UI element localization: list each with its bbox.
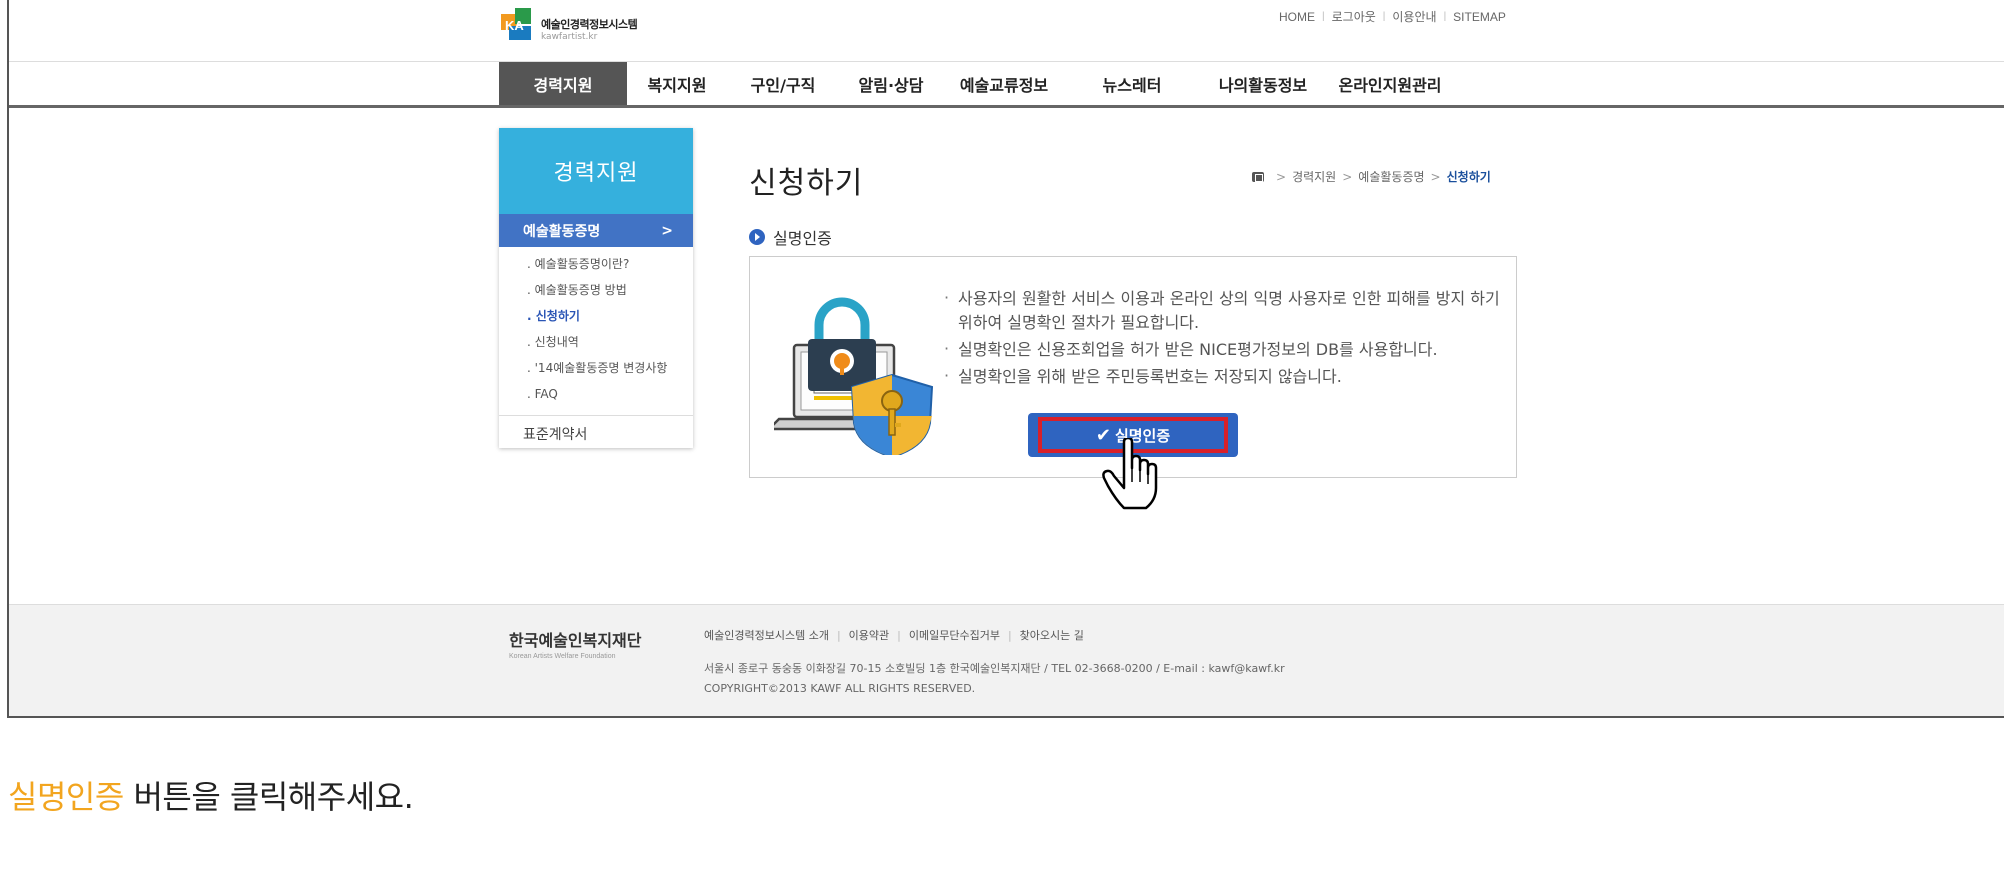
chevron-right-icon: > [661, 222, 673, 239]
footer-separator: | [1007, 628, 1012, 642]
breadcrumb-item[interactable]: 예술활동증명 [1358, 168, 1424, 185]
sidebar-subitem-faq[interactable]: . FAQ [527, 381, 693, 407]
section-heading-text: 실명인증 [773, 229, 832, 248]
sidebar-subitem-method[interactable]: . 예술활동증명 방법 [527, 277, 693, 303]
site-header: KA 예술인경력정보시스템 kawfartist.kr HOME | 로그아웃 … [9, 0, 2004, 62]
footer-link-email-policy[interactable]: 이메일무단수집거부 [909, 627, 1000, 643]
browser-screenshot: KA 예술인경력정보시스템 kawfartist.kr HOME | 로그아웃 … [7, 0, 2004, 718]
sidebar-subitem-what-is[interactable]: . 예술활동증명이란? [527, 251, 693, 277]
footer-link-about[interactable]: 예술인경력정보시스템 소개 [704, 627, 829, 643]
page-title: 신청하기 [749, 166, 864, 201]
breadcrumb-separator: > [1342, 169, 1353, 184]
nav-item-jobs[interactable]: 구인/구직 [727, 62, 839, 105]
home-icon[interactable] [1252, 171, 1264, 182]
sidebar-subitem-history[interactable]: . 신청내역 [527, 329, 693, 355]
nav-item-my-activity[interactable]: 나의활동정보 [1199, 62, 1327, 105]
notice-list: 사용자의 원활한 서비스 이용과 온라인 상의 익명 사용자로 인한 피해를 방… [944, 286, 1504, 392]
breadcrumb-separator: > [1276, 169, 1287, 184]
breadcrumb-separator: > [1430, 169, 1441, 184]
footer-logo: 한국예술인복지재단 Korean Artists Welfare Foundat… [509, 627, 641, 660]
footer-org-name-en: Korean Artists Welfare Foundation [509, 653, 616, 660]
notice-item: 실명확인을 위해 받은 주민등록번호는 저장되지 않습니다. [944, 364, 1504, 389]
footer-separator: | [836, 628, 841, 642]
nav-item-online-support-mgmt[interactable]: 온라인지원관리 [1327, 62, 1453, 105]
nav-item-newsletter[interactable]: 뉴스레터 [1065, 62, 1199, 105]
util-link-logout[interactable]: 로그아웃 [1332, 8, 1376, 25]
logo-mark-icon: KA [499, 6, 537, 44]
logo-subtitle: kawfartist.kr [541, 32, 598, 42]
nav-item-notice-consult[interactable]: 알림·상담 [839, 62, 943, 105]
nav-item-career-support[interactable]: 경력지원 [499, 62, 627, 105]
sidebar-submenu: . 예술활동증명이란? . 예술활동증명 방법 . 신청하기 . 신청내역 . … [499, 247, 693, 415]
caption-highlight: 실명인증 [8, 778, 124, 816]
util-link-sitemap[interactable]: SITEMAP [1453, 10, 1506, 24]
util-separator: | [1322, 11, 1325, 22]
util-separator: | [1443, 11, 1447, 22]
breadcrumb-current: 신청하기 [1446, 170, 1491, 184]
site-footer: 한국예술인복지재단 Korean Artists Welfare Foundat… [9, 604, 2004, 716]
util-separator: | [1382, 11, 1386, 22]
notice-item: 실명확인은 신용조회업을 허가 받은 NICE평가정보의 DB를 사용합니다. [944, 337, 1504, 362]
footer-separator: | [897, 628, 901, 642]
notice-item: 사용자의 원활한 서비스 이용과 온라인 상의 익명 사용자로 인한 피해를 방… [944, 286, 1504, 335]
sidebar-subitem-apply[interactable]: . 신청하기 [527, 303, 693, 329]
util-link-home[interactable]: HOME [1279, 10, 1315, 24]
utility-links: HOME | 로그아웃 | 이용안내 | SITEMAP [1279, 8, 1506, 25]
footer-link-directions[interactable]: 찾아오시는 길 [1020, 627, 1084, 643]
sidebar-item-standard-contract[interactable]: 표준계약서 [499, 415, 693, 451]
main-nav: 경력지원 복지지원 구인/구직 알림·상담 예술교류정보 뉴스레터 나의활동정보… [9, 62, 2004, 108]
section-heading: 실명인증 [749, 225, 832, 249]
sidebar: 경력지원 예술활동증명 > . 예술활동증명이란? . 예술활동증명 방법 . … [499, 128, 693, 448]
play-circle-icon [749, 229, 765, 245]
caption-text: 버튼을 클릭해주세요. [123, 778, 414, 816]
site-logo[interactable]: KA 예술인경력정보시스템 kawfartist.kr [499, 6, 679, 48]
instruction-caption: 실명인증 버튼을 클릭해주세요. [8, 772, 414, 818]
nav-item-welfare-support[interactable]: 복지지원 [627, 62, 727, 105]
footer-links: 예술인경력정보시스템 소개 | 이용약관 | 이메일무단수집거부 | 찾아오시는… [704, 627, 1084, 643]
util-link-guide[interactable]: 이용안내 [1392, 8, 1436, 25]
footer-address-line: 서울시 종로구 동숭동 이화장길 70-15 소호빌딩 1층 한국예술인복지재단… [704, 662, 1285, 675]
footer-org-name: 한국예술인복지재단 [509, 631, 642, 650]
sidebar-item-art-activity-cert[interactable]: 예술활동증명 > [499, 214, 693, 247]
footer-link-terms[interactable]: 이용약관 [849, 627, 889, 643]
nav-item-art-exchange[interactable]: 예술교류정보 [943, 62, 1065, 105]
breadcrumb-item[interactable]: 경력지원 [1292, 168, 1336, 185]
footer-address: 서울시 종로구 동숭동 이화장길 70-15 소호빌딩 1층 한국예술인복지재단… [704, 659, 1285, 699]
logo-mark-text: KA [505, 18, 524, 33]
breadcrumb: > 경력지원 > 예술활동증명 > 신청하기 [1252, 168, 1491, 185]
sidebar-item-label: 예술활동증명 [523, 223, 601, 240]
footer-copyright: COPYRIGHT©2013 KAWF ALL RIGHTS RESERVED. [704, 682, 976, 695]
security-lock-illustration-icon: ***** [774, 297, 934, 455]
sidebar-subitem-changes-2014[interactable]: . '14예술활동증명 변경사항 [527, 355, 693, 381]
hand-pointer-icon [1102, 438, 1158, 510]
sidebar-title: 경력지원 [499, 128, 693, 214]
logo-title: 예술인경력정보시스템 [541, 18, 638, 31]
